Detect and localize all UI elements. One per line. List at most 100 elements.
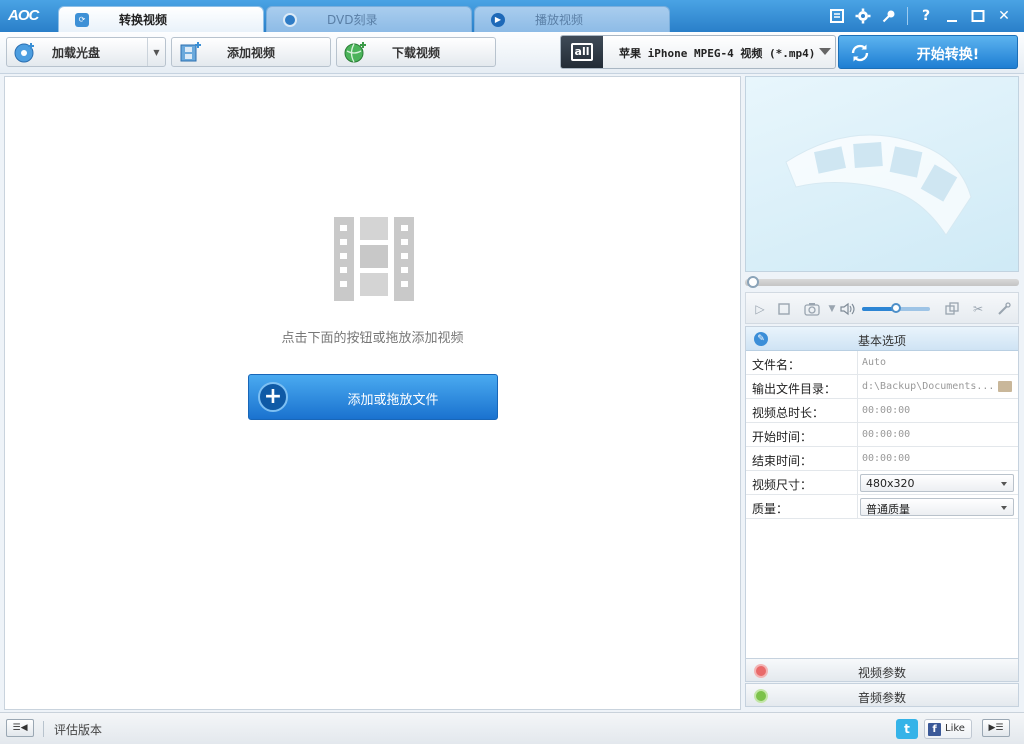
download-video-button[interactable]: 下载视频	[336, 37, 496, 67]
start-convert-label: 开始转换!	[916, 47, 980, 63]
progress-handle[interactable]	[747, 276, 759, 288]
chevron-down-icon	[1001, 506, 1007, 510]
chevron-down-icon[interactable]: ▼	[824, 301, 840, 317]
chevron-down-icon[interactable]: ▼	[147, 38, 165, 66]
chevron-down-icon	[1001, 482, 1007, 486]
start-convert-button[interactable]: 开始转换!	[838, 35, 1018, 69]
crop-icon[interactable]	[944, 301, 960, 317]
camera-icon[interactable]	[804, 301, 820, 317]
divider	[857, 423, 858, 447]
video-preview	[745, 76, 1019, 272]
facebook-icon: f	[928, 723, 941, 736]
profile-badge-text: all	[570, 43, 594, 61]
tab-label: 转换视频	[119, 13, 168, 27]
toggle-panel-left-icon[interactable]: ☰◀	[6, 719, 34, 737]
option-label: 视频尺寸：	[752, 478, 813, 492]
progress-track[interactable]	[745, 279, 1019, 286]
audio-params-title: 音频参数	[857, 691, 906, 705]
profile-text: 苹果 iPhone MPEG-4 视频 (*.mp4)	[619, 47, 816, 60]
play-icon[interactable]: ▷	[752, 301, 768, 317]
option-row-filename: 文件名： Auto	[746, 351, 1018, 375]
scissors-icon[interactable]: ✂	[970, 301, 986, 317]
option-row-quality: 质量： 普通质量	[746, 495, 1018, 519]
help-icon[interactable]: ?	[916, 6, 936, 26]
volume-icon[interactable]	[840, 301, 856, 317]
quality-value: 普通质量	[866, 503, 910, 516]
plus-icon: +	[258, 382, 288, 412]
option-row-duration: 视频总时长： 00:00:00	[746, 399, 1018, 423]
key-icon[interactable]	[879, 6, 899, 26]
film-reel-decoration-icon	[785, 134, 972, 236]
film-strip-icon	[334, 217, 414, 301]
gear-icon[interactable]	[853, 6, 873, 26]
minimize-icon[interactable]	[942, 6, 962, 26]
toggle-panel-right-icon[interactable]: ▶☰	[982, 719, 1010, 737]
download-video-label: 下载视频	[391, 45, 440, 60]
tab-play-video[interactable]: ▶ 播放视频	[474, 6, 670, 32]
option-label: 结束时间：	[752, 454, 813, 468]
duration-value: 00:00:00	[862, 405, 911, 416]
add-file-button[interactable]: + 添加或拖放文件	[248, 374, 498, 420]
tab-label: DVD刻录	[327, 13, 378, 27]
divider	[43, 721, 44, 737]
option-label: 文件名：	[752, 358, 801, 372]
load-disc-button[interactable]: 加载光盘 ▼	[6, 37, 166, 67]
convert-icon: ⟳	[75, 12, 89, 27]
load-disc-label: 加载光盘	[51, 45, 100, 60]
divider	[857, 375, 858, 399]
basic-options-header[interactable]: ✎ 基本选项	[746, 327, 1018, 351]
close-icon[interactable]: ✕	[994, 6, 1014, 26]
file-drop-area[interactable]: 点击下面的按钮或拖放添加视频 + 添加或拖放文件	[4, 76, 741, 710]
video-params-title: 视频参数	[857, 666, 906, 680]
folder-icon[interactable]	[998, 381, 1012, 392]
video-size-value: 480x320	[866, 477, 915, 490]
maximize-icon[interactable]	[968, 6, 988, 26]
tools-icon[interactable]	[996, 301, 1012, 317]
chevron-down-icon[interactable]	[819, 48, 831, 55]
audio-params-header[interactable]: 音频参数	[745, 683, 1019, 707]
option-label: 视频总时长：	[752, 406, 825, 420]
log-icon[interactable]	[827, 6, 847, 26]
divider	[857, 351, 858, 375]
facebook-like-label: Like	[945, 723, 965, 734]
status-bar: ☰◀ 评估版本 t f Like ▶☰	[0, 712, 1024, 744]
option-row-start-time: 开始时间： 00:00:00	[746, 423, 1018, 447]
divider	[857, 399, 858, 423]
app-logo: AOC	[8, 7, 39, 24]
basic-options-title: 基本选项	[857, 334, 906, 348]
option-row-end-time: 结束时间： 00:00:00	[746, 447, 1018, 471]
divider	[857, 495, 858, 519]
volume-handle[interactable]	[891, 303, 901, 313]
divider	[857, 447, 858, 471]
drop-hint: 点击下面的按钮或拖放添加视频	[281, 331, 464, 346]
profile-badge: all	[561, 36, 603, 68]
filename-field[interactable]: Auto	[862, 357, 886, 368]
start-time-field[interactable]: 00:00:00	[862, 429, 910, 440]
disc-icon	[283, 12, 297, 27]
option-row-video-size: 视频尺寸： 480x320	[746, 471, 1018, 495]
option-label: 输出文件目录：	[752, 382, 837, 396]
title-bar: AOC ⟳ 转换视频 DVD刻录 ▶ 播放视频 ? ✕	[0, 0, 1024, 32]
refresh-icon	[851, 44, 869, 62]
add-video-button[interactable]: 添加视频	[171, 37, 331, 67]
twitter-icon[interactable]: t	[896, 719, 918, 739]
tab-label: 播放视频	[535, 13, 584, 27]
divider	[907, 7, 908, 25]
output-dir-field[interactable]: d:\Backup\Documents...	[862, 381, 994, 392]
divider	[857, 471, 858, 495]
output-profile-select[interactable]: all 苹果 iPhone MPEG-4 视频 (*.mp4)	[560, 35, 836, 69]
quality-select[interactable]: 普通质量	[860, 498, 1014, 516]
facebook-like-button[interactable]: f Like	[924, 719, 972, 739]
playback-progress-slider[interactable]	[745, 274, 1019, 290]
play-icon: ▶	[491, 12, 505, 27]
tab-dvd-burn[interactable]: DVD刻录	[266, 6, 472, 32]
video-size-select[interactable]: 480x320	[860, 474, 1014, 492]
add-file-label: 添加或拖放文件	[347, 393, 439, 408]
end-time-field[interactable]: 00:00:00	[862, 453, 910, 464]
player-controls: ▷ ▼ ✂	[745, 292, 1019, 324]
video-params-header[interactable]: 视频参数	[745, 658, 1019, 682]
option-row-output-dir: 输出文件目录： d:\Backup\Documents...	[746, 375, 1018, 399]
tab-convert-video[interactable]: ⟳ 转换视频	[58, 6, 264, 32]
basic-options-panel: ✎ 基本选项 文件名： Auto 输出文件目录： d:\Backup\Docum…	[745, 326, 1019, 660]
stop-icon[interactable]	[776, 301, 792, 317]
